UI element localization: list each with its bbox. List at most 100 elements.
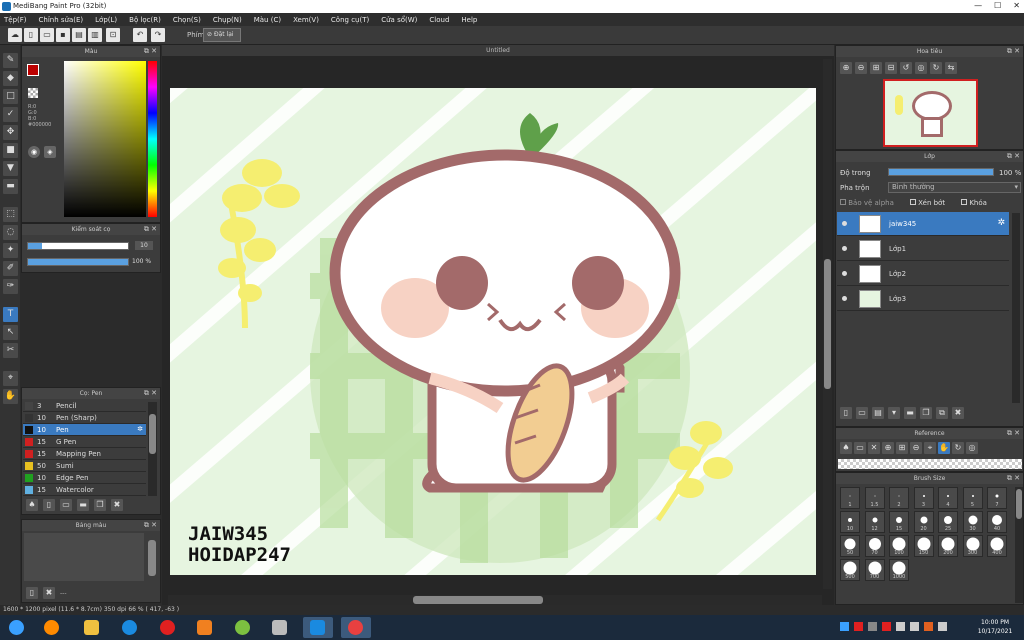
panel-close-icon[interactable]: ⧉ ✕ (1007, 46, 1020, 57)
menu-tools[interactable]: Công cụ(T) (331, 16, 369, 24)
brush-item[interactable]: 15 Watercolor (23, 484, 146, 496)
panel-close-icon[interactable]: ⧉ ✕ (1007, 428, 1020, 439)
brush-item-selected[interactable]: 10 Pen ✲ (23, 424, 146, 436)
visibility-icon[interactable] (842, 271, 847, 276)
redo-icon[interactable]: ↷ (151, 28, 165, 42)
brush-size-cell[interactable]: 400 (987, 535, 1007, 557)
menu-layer[interactable]: Lớp(L) (95, 16, 117, 24)
brush-size-cell[interactable]: 200 (938, 535, 958, 557)
brush-size-cell[interactable]: 100 (889, 535, 909, 557)
canvas[interactable]: JAIW345 HOIDAP247 (170, 88, 816, 575)
delete-layer-icon[interactable]: ✖ (952, 407, 964, 419)
brush-size-cell[interactable]: 10 (840, 511, 860, 533)
brush-size-cell[interactable]: 5 (962, 487, 983, 509)
new-8bit-layer-icon[interactable]: ▤ (872, 407, 884, 419)
export-icon[interactable]: ▤ (72, 28, 86, 42)
brush-item[interactable]: 15 Mapping Pen (23, 448, 146, 460)
new-brush-icon[interactable]: ▯ (43, 499, 55, 511)
brush-size-cell[interactable]: 50 (840, 535, 860, 557)
brush-size-cell[interactable]: 1 (840, 487, 860, 509)
network-icon[interactable] (910, 622, 919, 631)
tray-icon[interactable] (854, 622, 863, 631)
close-icon[interactable]: ✕ (1013, 1, 1020, 10)
brush-item[interactable]: 50 Sumi (23, 460, 146, 472)
reference-canvas[interactable] (838, 459, 1022, 469)
start-button[interactable] (2, 617, 32, 638)
brush-size-cell[interactable]: 15 (889, 511, 909, 533)
eraser-tool-icon[interactable]: ◆ (3, 71, 18, 86)
menu-snap[interactable]: Chụp(N) (213, 16, 242, 24)
canvas-vertical-scrollbar[interactable] (823, 59, 832, 589)
taskbar-app[interactable] (228, 617, 258, 638)
brush-opacity-slider[interactable] (27, 258, 129, 266)
taskbar-firefox[interactable] (37, 617, 67, 638)
volume-icon[interactable] (896, 622, 905, 631)
delete-palette-icon[interactable]: ✖ (43, 587, 55, 599)
divide-tool-icon[interactable]: ✂ (3, 343, 18, 358)
reference-zoom-out-icon[interactable]: ⊖ (910, 442, 922, 454)
brush-tool-icon[interactable]: ✎ (3, 53, 18, 68)
brush-size-cell[interactable]: 4 (938, 487, 958, 509)
visibility-icon[interactable] (842, 296, 847, 301)
brush-settings-icon[interactable]: ✲ (137, 425, 143, 433)
panel-close-icon[interactable]: ⧉ ✕ (144, 388, 157, 399)
tray-icon[interactable] (924, 622, 933, 631)
brush-size-value[interactable]: 10 (135, 241, 153, 250)
brush-size-cell[interactable]: 25 (938, 511, 958, 533)
taskbar-opera[interactable] (153, 617, 183, 638)
operation-tool-icon[interactable]: ↖ (3, 325, 18, 340)
add-brush-icon[interactable]: ♠ (26, 499, 38, 511)
protect-alpha-checkbox[interactable]: Bảo vệ alpha (840, 199, 894, 207)
folder-icon[interactable]: ▬ (77, 499, 89, 511)
layer-folder-icon[interactable]: ▬ (904, 407, 916, 419)
brush-size-cell[interactable]: 1000 (889, 559, 909, 581)
navigator-preview[interactable] (883, 79, 978, 147)
taskbar-media[interactable] (190, 617, 220, 638)
rotate-right-icon[interactable]: ↻ (930, 62, 942, 74)
palette-scrollbar[interactable] (148, 540, 156, 576)
reference-zoom-in-icon[interactable]: ⊕ (882, 442, 894, 454)
taskbar-printer[interactable] (265, 617, 295, 638)
tray-icon[interactable] (840, 622, 849, 631)
add-palette-icon[interactable]: ▯ (26, 587, 38, 599)
select-pen-icon[interactable]: ✐ (3, 261, 18, 276)
minimize-icon[interactable]: — (974, 1, 982, 10)
foreground-color-swatch[interactable] (27, 64, 39, 76)
tray-icon[interactable] (882, 622, 891, 631)
brush-size-slider[interactable] (27, 242, 129, 250)
lasso-tool-icon[interactable]: ◌ (3, 225, 18, 240)
brush-size-cell[interactable]: 7 (987, 487, 1007, 509)
reference-close-icon[interactable]: ✕ (868, 442, 880, 454)
dot-tool-icon[interactable]: □ (3, 89, 18, 104)
panel-close-icon[interactable]: ⧉ ✕ (144, 46, 157, 57)
taskbar-explorer[interactable] (77, 617, 107, 638)
keyboard-icon[interactable] (938, 622, 947, 631)
menu-file[interactable]: Tệp(F) (4, 16, 27, 24)
brush-size-scrollbar[interactable] (1015, 487, 1023, 603)
menu-view[interactable]: Xem(V) (293, 16, 319, 24)
open-icon[interactable]: ▭ (40, 28, 54, 42)
new-halftone-layer-icon[interactable]: ▭ (856, 407, 868, 419)
brush-size-cell[interactable]: 20 (913, 511, 934, 533)
menu-edit[interactable]: Chỉnh sửa(E) (39, 16, 84, 24)
palette-area[interactable] (24, 533, 144, 581)
visibility-icon[interactable] (842, 221, 847, 226)
menu-filter[interactable]: Bộ lọc(R) (129, 16, 161, 24)
transparent-color-icon[interactable] (28, 88, 38, 98)
reference-eyedropper-icon[interactable]: ⌖ (924, 442, 936, 454)
reference-hand-icon[interactable]: ✋ (938, 442, 950, 454)
brush-item[interactable]: 10 Edge Pen (23, 472, 146, 484)
blend-mode-select[interactable]: Bình thường ▾ (888, 182, 1021, 193)
panel-close-icon[interactable]: ⧉ ✕ (144, 520, 157, 531)
canvas-horizontal-scrollbar[interactable] (168, 595, 822, 605)
delete-icon[interactable]: ✖ (111, 499, 123, 511)
menu-color[interactable]: Màu (C) (254, 16, 281, 24)
cloud-icon[interactable]: ☁ (8, 28, 22, 42)
brush-item[interactable]: 15 G Pen (23, 436, 146, 448)
menu-window[interactable]: Cửa sổ(W) (381, 16, 417, 24)
reference-flip-icon[interactable]: ◎ (966, 442, 978, 454)
brush-size-cell[interactable]: 3 (913, 487, 934, 509)
fill-tool-icon[interactable]: ▼ (3, 161, 18, 176)
merge-layer-icon[interactable]: ⧉ (936, 407, 948, 419)
saturation-box[interactable] (64, 61, 146, 217)
